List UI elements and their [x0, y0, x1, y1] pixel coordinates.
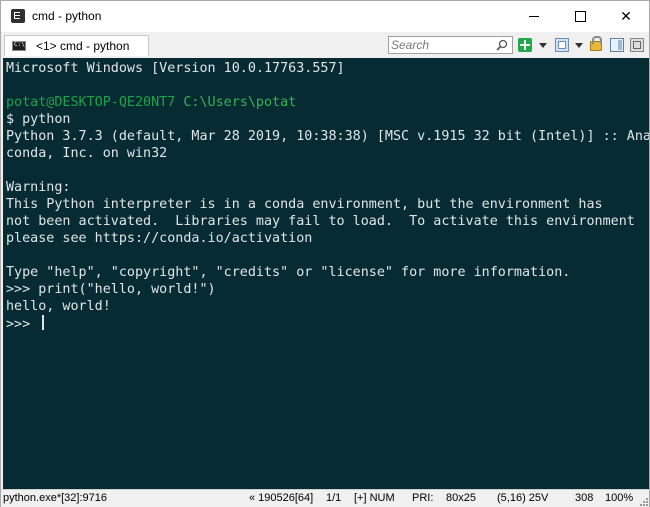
title-bar[interactable]: cmd - python ✕	[1, 1, 649, 32]
console-line: please see https://conda.io/activation	[6, 231, 313, 246]
console-line: This Python interpreter is in a conda en…	[6, 197, 603, 212]
status-priority[interactable]: PRI:	[412, 492, 433, 504]
search-icon[interactable]	[496, 39, 508, 51]
tab-console-1[interactable]: <1> cmd - python	[4, 35, 149, 56]
console-list-dropdown-icon[interactable]	[575, 43, 583, 48]
text-cursor	[42, 315, 45, 330]
status-position[interactable]: « 190526[64]	[249, 492, 313, 504]
window-title: cmd - python	[32, 9, 102, 23]
console-line: Type "help", "copyright", "credits" or "…	[6, 265, 571, 280]
status-bar: python.exe*[32]:9716 « 190526[64] 1/1 [+…	[1, 489, 649, 507]
minimize-icon	[529, 16, 539, 17]
conemu-app-icon[interactable]	[11, 9, 25, 23]
layout-icon[interactable]	[630, 38, 644, 52]
status-mode[interactable]: [+] NUM	[354, 492, 395, 504]
lock-icon[interactable]	[590, 36, 602, 51]
prompt-path: C:\Users\potat	[183, 95, 297, 110]
prompt-user-host: potat@DESKTOP-QE20NT7	[6, 95, 176, 110]
tab-toolbar: <1> cmd - python	[1, 32, 649, 58]
console-line: Python 3.7.3 (default, Mar 28 2019, 10:3…	[6, 129, 649, 144]
close-icon: ✕	[620, 8, 632, 24]
python-prompt: >>>	[6, 317, 39, 332]
status-process[interactable]: python.exe*[32]:9716	[3, 492, 107, 504]
resize-grip-icon[interactable]	[640, 498, 648, 506]
console-input-line[interactable]: >>>	[6, 315, 45, 332]
search-input[interactable]	[391, 38, 491, 52]
console-line: $ python	[6, 112, 71, 127]
status-cursor[interactable]: (5,16) 25V	[497, 492, 548, 504]
close-button[interactable]: ✕	[603, 1, 649, 32]
console-prompt-line: potat@DESKTOP-QE20NT7 C:\Users\potat	[6, 94, 296, 111]
new-console-dropdown-icon[interactable]	[539, 43, 547, 48]
status-cursor-size[interactable]: 308	[575, 492, 593, 504]
console-line: Microsoft Windows [Version 10.0.17763.55…	[6, 61, 345, 76]
console-line: Warning:	[6, 180, 71, 195]
console-icon	[12, 41, 26, 51]
status-pages[interactable]: 1/1	[326, 492, 341, 504]
console-line: not been activated. Libraries may fail t…	[6, 214, 635, 229]
maximize-icon	[574, 11, 586, 22]
tab-label: <1> cmd - python	[36, 39, 130, 53]
status-size[interactable]: 80x25	[446, 492, 476, 504]
status-zoom[interactable]: 100%	[605, 492, 633, 504]
conemu-window: cmd - python ✕ <1> cmd - python Microsof…	[0, 0, 650, 507]
search-box[interactable]	[388, 36, 513, 54]
console-line: hello, world!	[6, 299, 111, 314]
split-pane-icon[interactable]	[610, 38, 624, 52]
console-output[interactable]: Microsoft Windows [Version 10.0.17763.55…	[3, 58, 649, 489]
console-list-icon[interactable]	[555, 38, 569, 52]
new-console-icon[interactable]	[518, 38, 532, 52]
maximize-button[interactable]	[557, 1, 603, 32]
minimize-button[interactable]	[511, 1, 557, 32]
console-line: >>> print("hello, world!")	[6, 282, 216, 297]
console-line: conda, Inc. on win32	[6, 146, 168, 161]
